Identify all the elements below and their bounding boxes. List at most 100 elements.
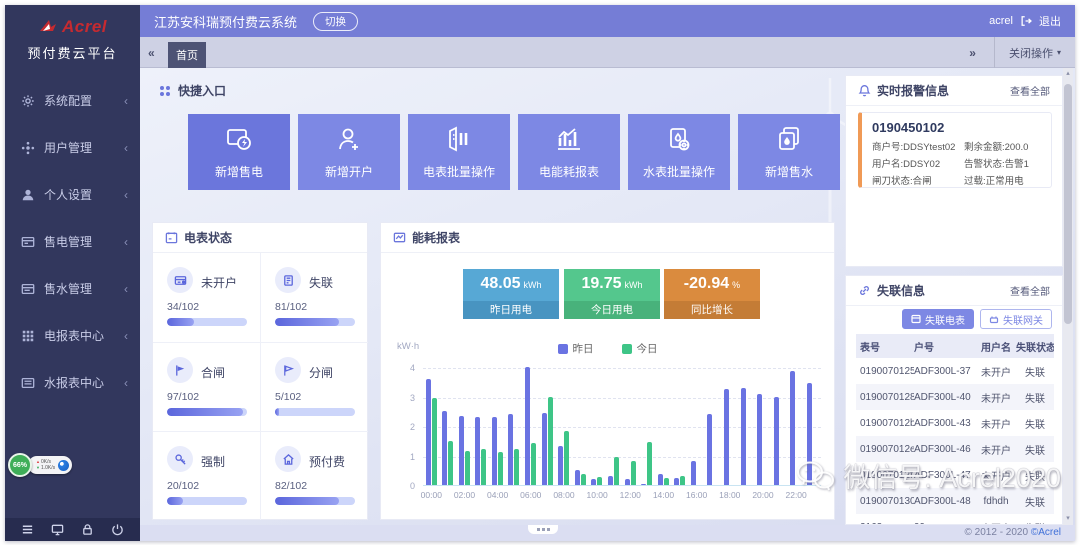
bar-昨日-06:00[interactable] — [525, 367, 530, 485]
energy-report-button[interactable]: 电能耗报表 — [518, 114, 620, 190]
bar-今日-06:00[interactable] — [531, 443, 536, 485]
collapse-tabs-left-icon[interactable]: « — [148, 46, 155, 60]
table-row[interactable]: 216399未开户失联 — [856, 514, 1054, 525]
disconnected-meters-button[interactable]: 失联电表 — [902, 309, 974, 329]
footer-collapse-handle[interactable] — [528, 525, 558, 534]
hamburger-icon[interactable] — [21, 523, 34, 536]
content-scrollbar[interactable]: ▴ ▾ — [1063, 68, 1073, 525]
add-electric-sale-button[interactable]: 新增售电 — [188, 114, 290, 190]
disconnect-view-all-link[interactable]: 查看全部 — [1010, 283, 1050, 298]
bar-今日-03:00[interactable] — [481, 449, 486, 485]
disconnected-gateways-button[interactable]: 失联网关 — [980, 309, 1052, 329]
table-row[interactable]: 0190070125ADF300L-37未开户失联 — [856, 358, 1054, 384]
energy-report-icon — [393, 231, 406, 244]
x-tick-label: 16:00 — [680, 490, 714, 500]
status-cell-forced[interactable]: 强制 20/102 — [153, 431, 261, 520]
progress-bar — [167, 408, 247, 416]
bar-昨日-14:00[interactable] — [658, 474, 663, 485]
sidebar-item-electric-report-center[interactable]: 电报表中心‹ — [5, 312, 140, 359]
sidebar-item-water-report-center[interactable]: 水报表中心‹ — [5, 359, 140, 406]
bar-昨日-18:00[interactable] — [724, 389, 729, 485]
panel-title: 失联信息 — [877, 282, 925, 299]
bar-今日-01:00[interactable] — [448, 441, 453, 485]
bar-昨日-11:00[interactable] — [608, 476, 613, 485]
username[interactable]: acrel — [989, 15, 1013, 27]
status-cell-prepaid[interactable]: 预付费 82/102 — [260, 431, 368, 520]
collapse-tabs-right-icon[interactable]: » — [951, 46, 994, 60]
table-row[interactable]: 019007012eADF300L-46未开户失联 — [856, 436, 1054, 462]
bar-昨日-04:00[interactable] — [492, 417, 497, 485]
bar-今日-13:00[interactable] — [647, 442, 652, 485]
bar-昨日-07:00[interactable] — [542, 413, 547, 485]
table-cell: 019007012f — [856, 470, 914, 481]
bar-今日-00:00[interactable] — [432, 398, 437, 485]
status-cell-switch-on[interactable]: 合闸 97/102 — [153, 342, 261, 431]
memory-percent-badge: 66% — [8, 453, 32, 477]
bar-昨日-00:00[interactable] — [426, 379, 431, 485]
table-row[interactable]: 0190070128ADF300L-40未开户失联 — [856, 384, 1054, 410]
bar-昨日-03:00[interactable] — [475, 417, 480, 485]
sidebar-item-water-sales[interactable]: 售水管理‹ — [5, 265, 140, 312]
meter-batch-button[interactable]: 电表批量操作 — [408, 114, 510, 190]
scrollbar-thumb[interactable] — [1064, 84, 1072, 324]
bar-昨日-22:00[interactable] — [790, 371, 795, 485]
bar-昨日-02:00[interactable] — [459, 416, 464, 485]
switch-system-button[interactable]: 切换 — [313, 12, 358, 31]
bar-昨日-08:00[interactable] — [558, 446, 563, 485]
bar-今日-10:00[interactable] — [597, 477, 602, 485]
legend-today[interactable]: 今日 — [622, 341, 658, 356]
scroll-up-arrow[interactable]: ▴ — [1063, 68, 1073, 80]
bar-今日-07:00[interactable] — [548, 397, 553, 486]
legend-yesterday[interactable]: 昨日 — [558, 341, 594, 356]
water-meter-batch-button[interactable]: 水表批量操作 — [628, 114, 730, 190]
net-speed-widget[interactable]: 66% 0K/s 1.0K/s — [8, 453, 72, 477]
bar-今日-09:00[interactable] — [581, 474, 586, 485]
bar-昨日-15:00[interactable] — [674, 478, 679, 485]
close-operations-dropdown[interactable]: 关闭操作 ▾ — [994, 37, 1075, 68]
bar-今日-14:00[interactable] — [664, 478, 669, 485]
bar-今日-12:00[interactable] — [631, 461, 636, 485]
bar-昨日-10:00[interactable] — [591, 479, 596, 485]
add-water-sale-button[interactable]: 新增售水 — [738, 114, 840, 190]
bar-昨日-13:00[interactable] — [641, 484, 646, 485]
panel-title: 能耗报表 — [412, 229, 460, 246]
alarm-view-all-link[interactable]: 查看全部 — [1010, 83, 1050, 98]
bar-昨日-09:00[interactable] — [575, 470, 580, 485]
bar-昨日-23:00[interactable] — [807, 383, 812, 485]
tab-home[interactable]: 首页 — [168, 42, 206, 68]
sidebar-item-user-management[interactable]: 用户管理‹ — [5, 124, 140, 171]
bar-今日-05:00[interactable] — [514, 449, 519, 485]
bar-今日-02:00[interactable] — [465, 451, 470, 485]
browser-icon — [58, 460, 69, 471]
monitor-icon[interactable] — [51, 523, 64, 536]
lock-icon[interactable] — [81, 523, 94, 536]
bar-昨日-16:00[interactable] — [691, 461, 696, 485]
status-cell-offline[interactable]: 失联 81/102 — [260, 253, 368, 342]
power-icon[interactable] — [111, 523, 124, 536]
footer-brand-link[interactable]: ©Acrel — [1031, 527, 1061, 538]
table-row[interactable]: 019007012bADF300L-43未开户失联 — [856, 410, 1054, 436]
logout-button[interactable]: 退出 — [1039, 13, 1061, 29]
quick-button-label: 电表批量操作 — [423, 163, 495, 180]
bar-今日-08:00[interactable] — [564, 431, 569, 485]
bar-昨日-05:00[interactable] — [508, 414, 513, 485]
table-row[interactable]: 0190070130ADF300L-48fdhdh失联 — [856, 488, 1054, 514]
sidebar-item-system-config[interactable]: 系统配置‹ — [5, 77, 140, 124]
add-account-button[interactable]: 新增开户 — [298, 114, 400, 190]
bar-昨日-20:00[interactable] — [757, 394, 762, 485]
bar-昨日-17:00[interactable] — [707, 414, 712, 485]
bar-昨日-21:00[interactable] — [774, 397, 779, 485]
scroll-down-arrow[interactable]: ▾ — [1063, 513, 1073, 525]
bar-今日-15:00[interactable] — [680, 476, 685, 485]
status-cell-not-opened[interactable]: 未开户 34/102 — [153, 253, 261, 342]
alarm-alert-card[interactable]: 0190450102 商户号:DDSYtest02 剩余金额:200.0 用户名… — [858, 112, 1052, 188]
bar-昨日-01:00[interactable] — [442, 411, 447, 485]
bar-昨日-12:00[interactable] — [625, 479, 630, 485]
bar-今日-11:00[interactable] — [614, 457, 619, 485]
bar-昨日-19:00[interactable] — [741, 388, 746, 485]
status-cell-switch-off[interactable]: 分闸 5/102 — [260, 342, 368, 431]
sidebar-item-electric-sales[interactable]: 售电管理‹ — [5, 218, 140, 265]
bar-今日-04:00[interactable] — [498, 452, 503, 485]
table-row[interactable]: 019007012fADF300L-47未开户失联 — [856, 462, 1054, 488]
sidebar-item-personal-settings[interactable]: 个人设置‹ — [5, 171, 140, 218]
